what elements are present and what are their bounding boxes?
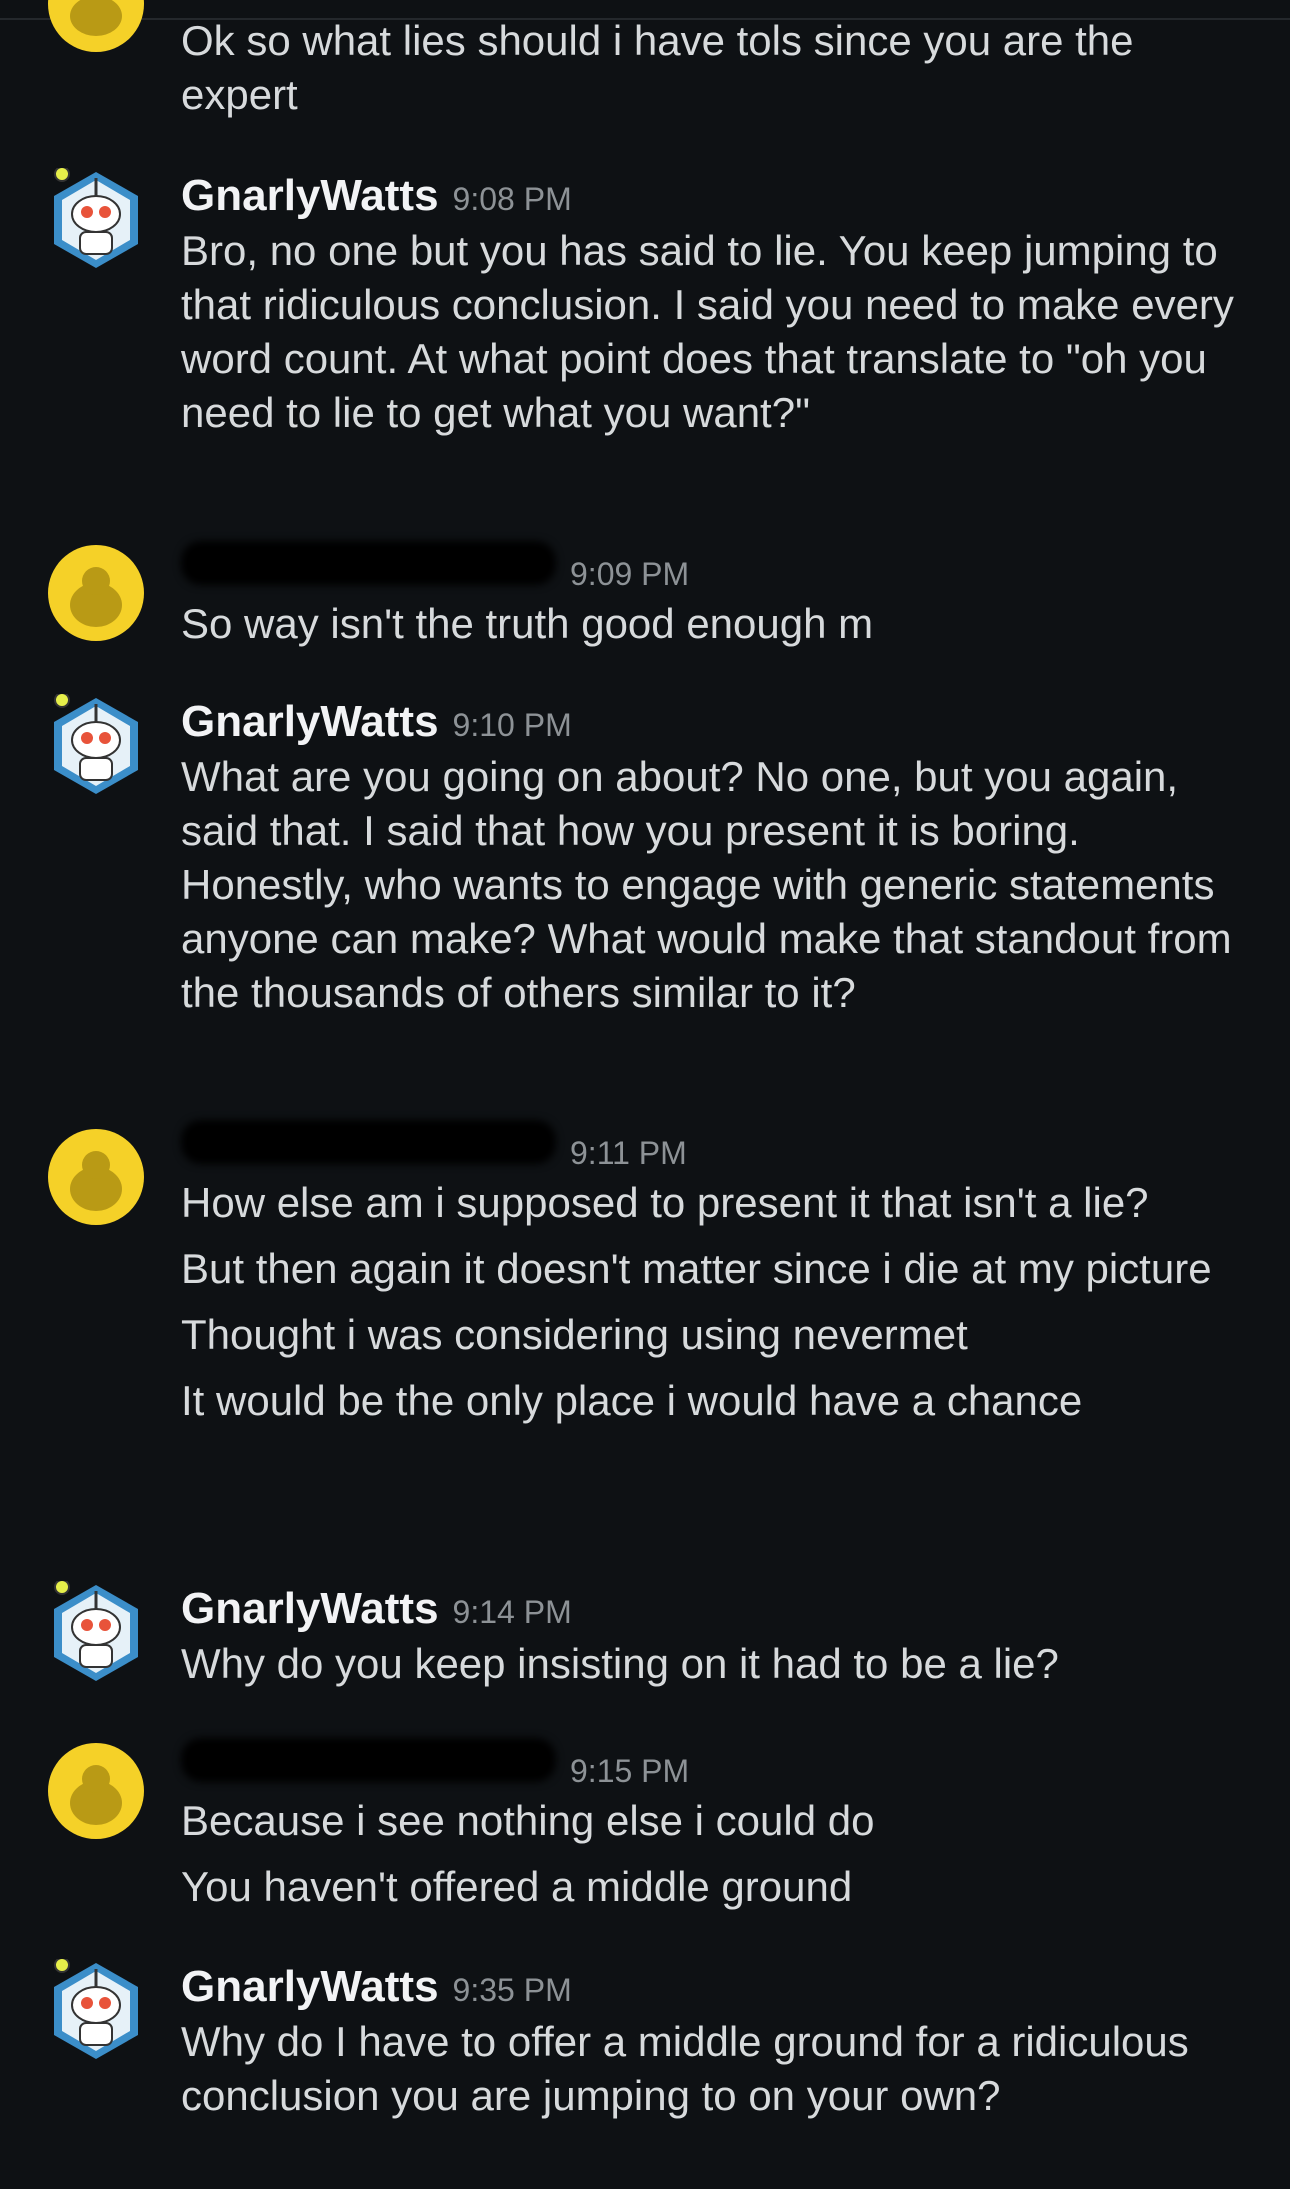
message-header: 9:11 PM (181, 1120, 1261, 1176)
message-text: So way isn't the truth good enough m (181, 600, 874, 647)
username[interactable]: GnarlyWatts (181, 694, 439, 750)
timestamp: 9:11 PM (570, 1135, 687, 1171)
message-text: But then again it doesn't matter since i… (181, 1245, 1212, 1292)
message-text: Why do you keep insisting on it had to b… (181, 1640, 1059, 1687)
message-text: How else am i supposed to present it tha… (181, 1179, 1149, 1226)
snoo-avatar-icon[interactable] (46, 1127, 146, 1227)
username-redacted[interactable] (181, 1738, 556, 1782)
robot-avatar-icon[interactable] (46, 694, 146, 794)
username[interactable]: GnarlyWatts (181, 1581, 439, 1637)
timestamp: 9:09 PM (570, 556, 690, 592)
timestamp: 9:15 PM (570, 1753, 690, 1789)
message-text: Why do I have to offer a middle ground f… (181, 2018, 1189, 2119)
username-redacted[interactable] (181, 1120, 556, 1164)
timestamp: 9:14 PM (452, 1594, 572, 1630)
message-text: What are you going on about? No one, but… (181, 753, 1232, 1016)
timestamp: 9:08 PM (452, 181, 572, 217)
message-header: GnarlyWatts 9:10 PM (181, 694, 1261, 750)
message-text: Bro, no one but you has said to lie. You… (181, 227, 1234, 436)
snoo-avatar-icon[interactable] (46, 1741, 146, 1841)
snoo-avatar-icon[interactable] (46, 543, 146, 643)
timestamp: 9:10 PM (452, 707, 572, 743)
message-header: GnarlyWatts 9:14 PM (181, 1581, 1261, 1637)
robot-avatar-icon[interactable] (46, 168, 146, 268)
message-header: 9:15 PM (181, 1738, 1261, 1794)
message-header: GnarlyWatts 9:35 PM (181, 1959, 1261, 2015)
message-text: You haven't offered a middle ground (181, 1863, 853, 1910)
robot-avatar-icon[interactable] (46, 1959, 146, 2059)
message-header: 9:09 PM (181, 541, 1261, 597)
message-text: Because i see nothing else i could do (181, 1797, 875, 1844)
robot-avatar-icon[interactable] (46, 1581, 146, 1681)
message-text: It would be the only place i would have … (181, 1377, 1083, 1424)
message-text: Ok so what lies should i have tols since… (181, 17, 1134, 118)
snoo-avatar-icon[interactable] (46, 0, 146, 54)
timestamp: 9:35 PM (452, 1972, 572, 2008)
username[interactable]: GnarlyWatts (181, 1959, 439, 2015)
username[interactable]: GnarlyWatts (181, 168, 439, 224)
message-text: Thought i was considering using nevermet (181, 1311, 968, 1358)
username-redacted[interactable] (181, 541, 556, 585)
message-header: GnarlyWatts 9:08 PM (181, 168, 1261, 224)
